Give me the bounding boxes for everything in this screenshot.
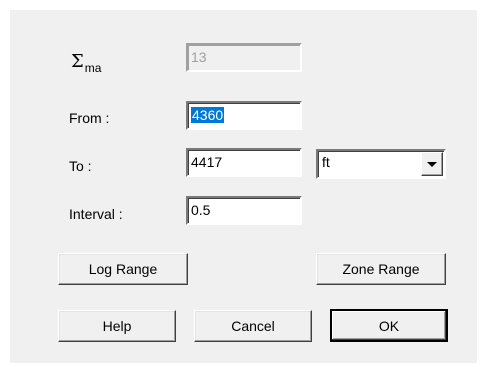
from-value[interactable]: 4360 <box>191 107 225 123</box>
sigma-symbol: Σ <box>71 51 84 72</box>
cancel-button[interactable]: Cancel <box>194 310 312 342</box>
sigma-ma-field: 13 <box>186 43 302 72</box>
zone-range-button[interactable]: Zone Range <box>316 253 446 285</box>
interval-value[interactable]: 0.5 <box>191 202 210 218</box>
chevron-down-icon[interactable] <box>421 152 443 176</box>
from-label: From : <box>69 110 110 126</box>
to-field[interactable]: 4417 <box>186 148 302 177</box>
help-button[interactable]: Help <box>58 310 176 342</box>
from-field[interactable]: 4360 <box>186 101 302 130</box>
interval-label: Interval : <box>69 206 123 222</box>
log-range-button[interactable]: Log Range <box>58 253 188 285</box>
ok-button[interactable]: OK <box>330 309 448 342</box>
to-value[interactable]: 4417 <box>191 154 222 170</box>
interval-field[interactable]: 0.5 <box>186 196 302 225</box>
unit-select[interactable]: ft <box>316 149 446 179</box>
to-label: To : <box>69 158 92 174</box>
unit-selected-value: ft <box>322 154 330 170</box>
sigma-ma-value: 13 <box>191 49 207 65</box>
sigma-ma-label: Σma <box>71 51 101 75</box>
sigma-subscript: ma <box>84 61 102 75</box>
